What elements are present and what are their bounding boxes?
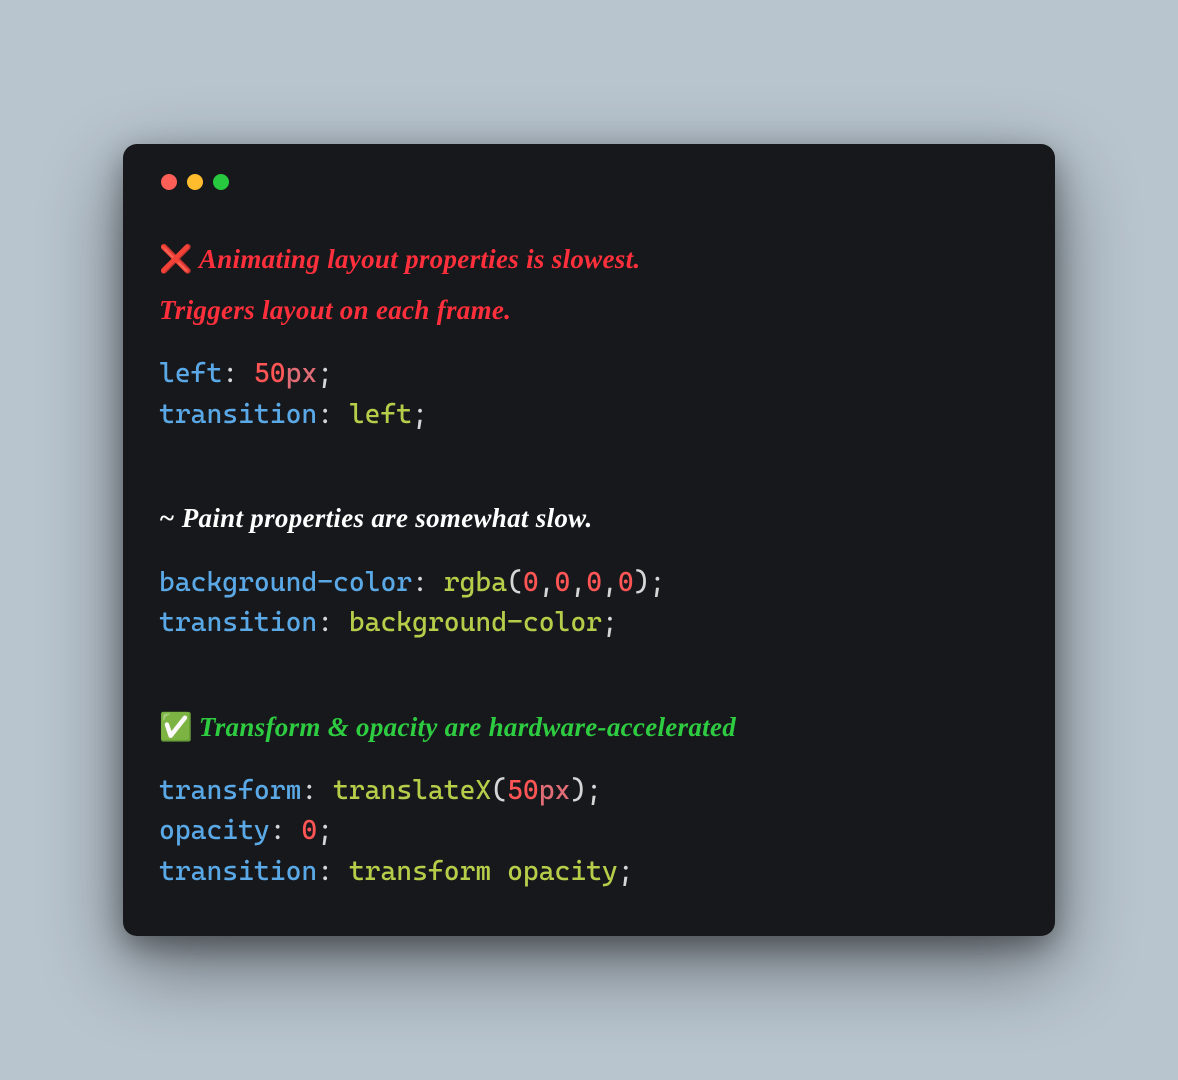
- css-punctuation: :: [222, 358, 254, 389]
- css-number: 0: [301, 815, 317, 846]
- css-punctuation: :: [301, 775, 333, 806]
- cross-mark-icon: ❌: [159, 243, 193, 275]
- section-layout-properties: ❌Animating layout properties is slowest.…: [159, 234, 1019, 436]
- css-property: left: [159, 358, 222, 389]
- check-mark-icon: ✅: [159, 711, 193, 743]
- comment-good: ✅Transform & opacity are hardware-accele…: [159, 702, 1019, 753]
- css-number: 0: [555, 567, 571, 598]
- css-unit: px: [539, 775, 571, 806]
- css-punctuation: :: [270, 815, 302, 846]
- css-property: transform: [159, 775, 301, 806]
- css-property: transition: [159, 856, 317, 887]
- css-property: transition: [159, 607, 317, 638]
- css-punctuation: :: [317, 399, 349, 430]
- css-punctuation: [491, 856, 507, 887]
- css-number: 0: [586, 567, 602, 598]
- css-number: 50: [254, 358, 286, 389]
- code-block-bad: left: 50px; transition: left;: [159, 354, 1019, 435]
- css-punctuation: ,: [602, 567, 618, 598]
- section-transform-opacity: ✅Transform & opacity are hardware-accele…: [159, 702, 1019, 893]
- window-close-icon[interactable]: [161, 174, 177, 190]
- comment-mid-text: Paint properties are somewhat slow.: [182, 503, 593, 533]
- css-value: background-color: [349, 607, 602, 638]
- css-punctuation: :: [317, 856, 349, 887]
- comment-mid: ~ Paint properties are somewhat slow.: [159, 493, 1019, 544]
- code-block-good: transform: translateX(50px); opacity: 0;…: [159, 771, 1019, 893]
- css-punctuation: :: [317, 607, 349, 638]
- css-property: background-color: [159, 567, 412, 598]
- comment-bad: ❌Animating layout properties is slowest.…: [159, 234, 1019, 337]
- code-window: ❌Animating layout properties is slowest.…: [123, 144, 1055, 937]
- css-unit: px: [286, 358, 318, 389]
- traffic-lights: [159, 174, 1019, 190]
- css-punctuation: ;: [602, 607, 618, 638]
- section-paint-properties: ~ Paint properties are somewhat slow. ba…: [159, 493, 1019, 643]
- code-block-mid: background-color: rgba(0,0,0,0); transit…: [159, 563, 1019, 644]
- css-value: transform: [349, 856, 491, 887]
- css-punctuation: ;: [317, 358, 333, 389]
- css-punctuation: ): [570, 775, 586, 806]
- comment-good-text: Transform & opacity are hardware-acceler…: [199, 712, 736, 742]
- css-property: transition: [159, 399, 317, 430]
- css-punctuation: ,: [570, 567, 586, 598]
- comment-bad-line2: Triggers layout on each frame.: [159, 295, 511, 325]
- css-punctuation: ;: [650, 567, 666, 598]
- window-minimize-icon[interactable]: [187, 174, 203, 190]
- css-function: translateX: [333, 775, 491, 806]
- css-number: 0: [618, 567, 634, 598]
- window-zoom-icon[interactable]: [213, 174, 229, 190]
- css-punctuation: :: [412, 567, 444, 598]
- css-punctuation: ;: [412, 399, 428, 430]
- comment-mid-prefix: ~: [159, 503, 182, 533]
- css-value: left: [349, 399, 412, 430]
- css-property: opacity: [159, 815, 270, 846]
- comment-bad-line1: Animating layout properties is slowest.: [199, 244, 641, 274]
- css-punctuation: ,: [539, 567, 555, 598]
- css-function: rgba: [444, 567, 507, 598]
- css-punctuation: (: [491, 775, 507, 806]
- css-number: 0: [523, 567, 539, 598]
- css-value: opacity: [507, 856, 618, 887]
- css-punctuation: ): [634, 567, 650, 598]
- css-punctuation: (: [507, 567, 523, 598]
- css-punctuation: ;: [317, 815, 333, 846]
- css-punctuation: ;: [618, 856, 634, 887]
- css-punctuation: ;: [586, 775, 602, 806]
- css-number: 50: [507, 775, 539, 806]
